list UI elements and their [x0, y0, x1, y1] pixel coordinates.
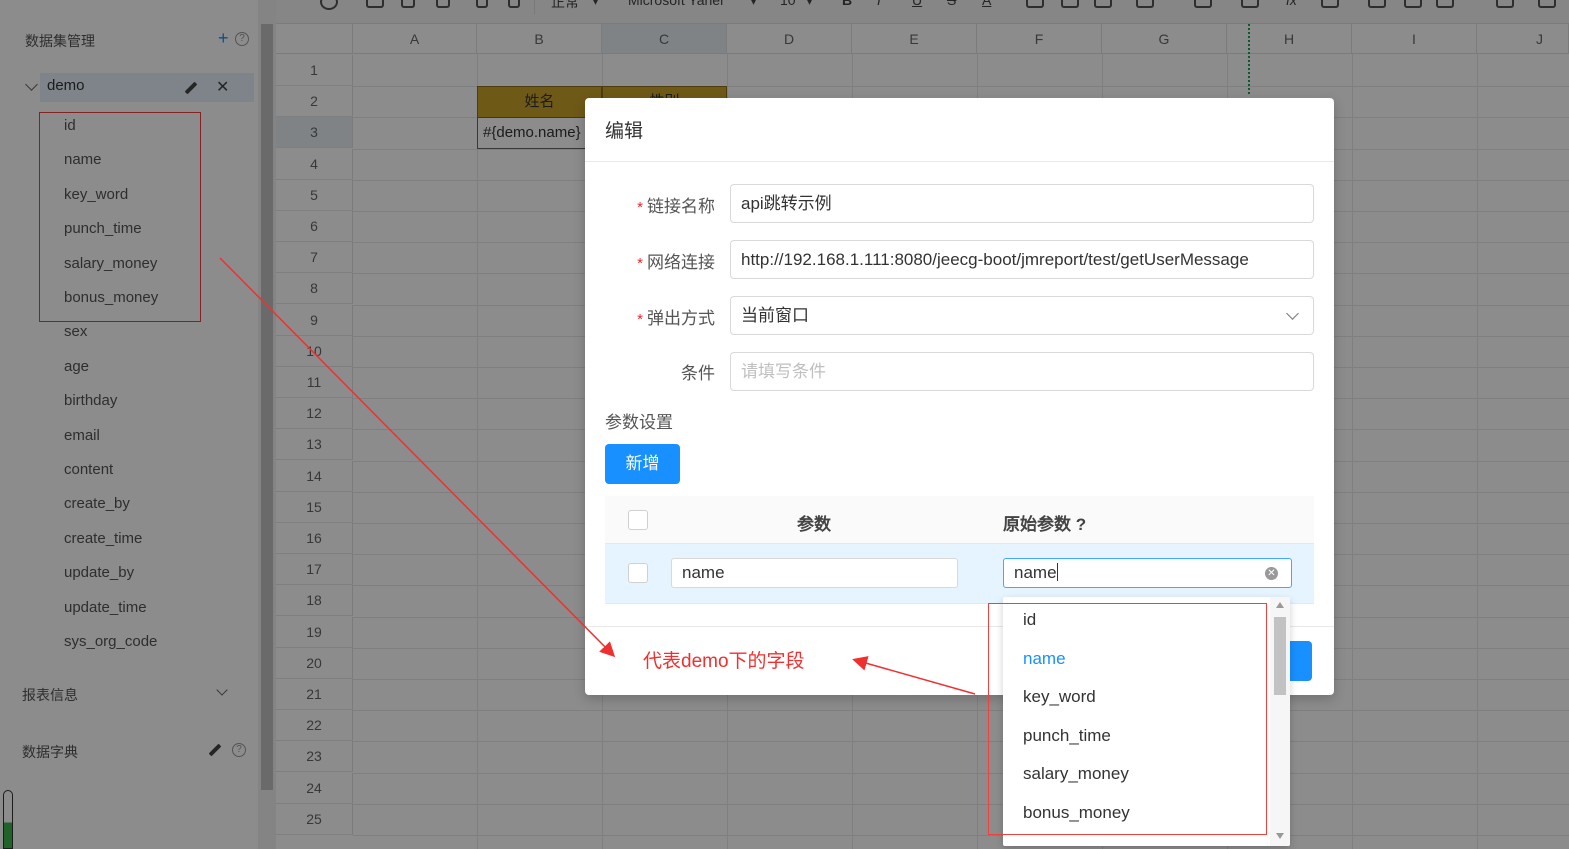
annotation-arrows: [219, 257, 976, 695]
annotation-text: 代表demo下的字段: [643, 651, 805, 672]
arrow-from-fields: [219, 257, 616, 658]
arrow-from-options: [852, 656, 976, 695]
